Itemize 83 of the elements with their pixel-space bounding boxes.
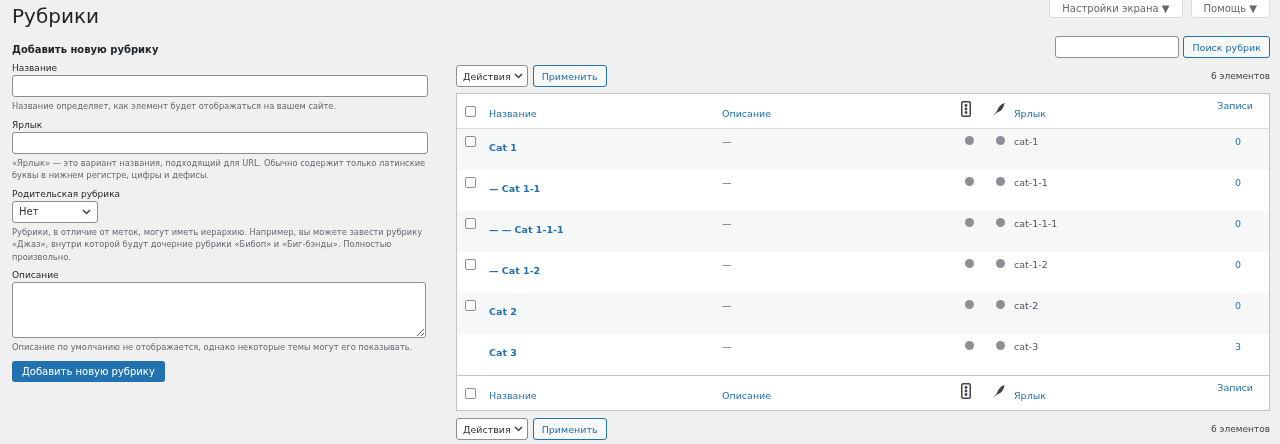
slug-cell-text: cat-1-1-1 [1014,218,1059,229]
add-category-button[interactable]: Добавить новую рубрику [12,360,165,382]
category-name-link[interactable]: Cat 1 [489,142,517,153]
posts-count-link[interactable]: 0 [1234,218,1241,229]
parent-select[interactable]: Нет [12,200,98,223]
field-label: Описание [12,270,60,280]
row-checkbox[interactable] [465,300,476,311]
description-cell-text: — [722,177,733,188]
posts-count-link[interactable]: 0 [1234,259,1241,270]
slug-cell-text: cat-1-1 [1014,177,1049,188]
status-dot [996,259,1005,268]
column-header[interactable]: Записи [1217,100,1253,111]
status-dot [965,136,974,145]
bulk-actions-dropdown[interactable]: Действия [456,418,528,440]
screen-tab-button[interactable]: Помощь ▼ [1190,0,1270,18]
description-cell-text: — [722,259,733,270]
apply-button[interactable]: Применить [532,65,607,87]
status-dot [996,218,1005,227]
posts-count-link[interactable]: 3 [1234,341,1241,352]
slug-cell-text: cat-3 [1014,341,1040,352]
feather-icon [992,101,1005,117]
status-dot [965,218,974,227]
select-all-checkbox[interactable] [465,105,476,117]
category-name-link[interactable]: Cat 2 [489,306,517,317]
search-button[interactable]: Поиск рубрик [1183,36,1270,58]
field-hint: Описание по умолчанию не отображается, однако некоторые темы могут его показывать. [12,341,414,354]
status-dot [996,300,1005,309]
item-count: 6 элементов [1210,424,1270,434]
text-input[interactable] [12,75,428,97]
status-dot [965,300,974,309]
field-hint: Рубрики, в отличие от меток, могут иметь иерархию. Например, вы можете завести рубрику «Джаз», внутри которой будут дочерние рубрики «Бибоп» и «Биг-бэнды». Полностью произвольно. [12,225,424,263]
status-dot [996,136,1005,145]
column-header[interactable]: Ярлык [1014,107,1046,119]
row-checkbox[interactable] [465,259,476,270]
row-checkbox[interactable] [465,177,476,188]
row-checkbox[interactable] [465,218,476,229]
description-textarea[interactable] [12,282,426,338]
screen-tab-button[interactable]: Настройки экрана ▼ [1049,0,1183,18]
status-dot [996,341,1005,350]
search-input[interactable] [1055,36,1180,58]
chevron-down-icon [513,426,523,432]
apply-button[interactable]: Применить [532,418,607,440]
chevron-down-icon [513,73,523,79]
description-cell-text: — [722,218,733,229]
column-header[interactable]: Ярлык [1014,389,1046,401]
field-label: Родительская рубрика [12,188,122,199]
field-label: Ярлык [12,119,44,130]
description-cell-text: — [722,300,733,311]
item-count: 6 элементов [1210,71,1270,81]
field-hint: «Ярлык» — это вариант названия, подходящий для URL. Обычно содержит только латинские буквы в нижнем регистре, цифры и дефисы. [12,156,427,182]
posts-count-link[interactable]: 0 [1234,177,1241,188]
page-title: Рубрики [12,4,99,28]
text-input[interactable] [12,131,428,154]
category-name-link[interactable]: Cat 3 [489,347,517,358]
field-label: Название [12,63,59,73]
slug-cell-text: cat-1-2 [1014,259,1049,270]
description-cell-text: — [722,341,733,352]
status-dot [965,177,974,186]
slug-cell-text: cat-2 [1014,300,1040,311]
description-cell-text: — [722,136,733,147]
select-all-checkbox[interactable] [465,387,476,399]
column-header[interactable]: Название [489,389,537,401]
category-name-link[interactable]: — — Cat 1-1-1 [489,224,564,235]
bulk-actions-dropdown[interactable]: Действия [456,65,528,87]
field-hint: Название определяет, как элемент будет отображаться на вашем сайте. [12,100,338,113]
traffic-light-icon [961,101,971,117]
column-header[interactable]: Записи [1217,382,1253,393]
status-dot [965,341,974,350]
category-name-link[interactable]: — Cat 1-2 [489,265,541,276]
status-dot [965,259,974,268]
column-header[interactable]: Название [489,107,537,119]
posts-count-link[interactable]: 0 [1234,300,1241,311]
row-checkbox[interactable] [465,136,476,147]
column-header[interactable]: Описание [722,389,772,401]
status-dot [996,177,1005,186]
chevron-down-icon [82,208,91,215]
slug-cell-text: cat-1 [1014,136,1040,147]
column-header[interactable]: Описание [722,107,772,119]
form-heading: Добавить новую рубрику [12,44,160,55]
posts-count-link[interactable]: 0 [1234,136,1241,147]
feather-icon [992,383,1005,399]
category-name-link[interactable]: — Cat 1-1 [489,183,541,194]
traffic-light-icon [961,383,971,399]
